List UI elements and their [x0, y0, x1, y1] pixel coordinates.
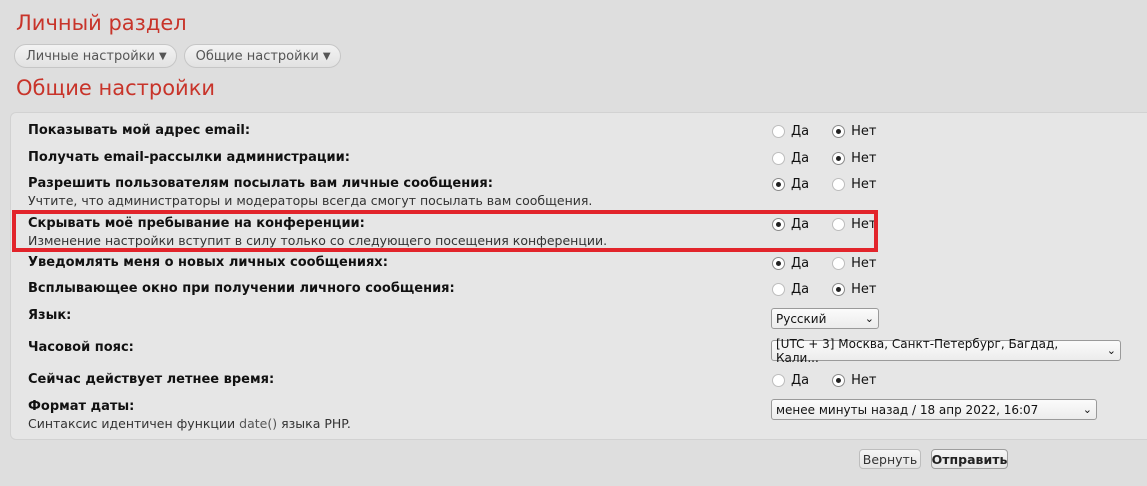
setting-allow-pm: Разрешить пользователям посылать вам лич…: [28, 176, 1128, 208]
hint-text: языка PHP.: [281, 416, 351, 431]
radio-yes[interactable]: [772, 152, 785, 165]
radio-no[interactable]: [832, 152, 846, 165]
language-select-value: Русский: [776, 311, 827, 326]
chevron-down-icon: ⌄: [1106, 344, 1116, 357]
radio-yes-label: Да: [791, 282, 810, 297]
radio-yes-label: Да: [791, 256, 810, 271]
setting-label: Сейчас действует летнее время:: [28, 372, 275, 387]
setting-dst: Сейчас действует летнее время:: [28, 372, 1128, 387]
setting-show-email-options: Да Нет: [772, 124, 876, 139]
section-title: Общие настройки: [16, 76, 216, 100]
submit-button[interactable]: Отправить: [931, 449, 1008, 469]
setting-label: Показывать мой адрес email:: [28, 123, 251, 138]
setting-admin-mail-options: Да Нет: [772, 151, 876, 166]
timezone-select-value: [UTC + 3] Москва, Санкт-Петербург, Багда…: [776, 336, 1059, 365]
setting-label: Получать email-рассылки администрации:: [28, 150, 350, 165]
radio-yes[interactable]: [772, 257, 785, 270]
setting-popup-pm: Всплывающее окно при получении личного с…: [28, 281, 1128, 296]
highlight-frame: [12, 210, 878, 252]
setting-admin-mail: Получать email-рассылки администрации:: [28, 150, 1128, 165]
timezone-select[interactable]: [UTC + 3] Москва, Санкт-Петербург, Багда…: [771, 337, 1121, 365]
setting-label: Уведомлять меня о новых личных сообщения…: [28, 255, 388, 270]
tab-bar: Личные настройки ▼ Общие настройки ▼: [14, 44, 341, 68]
setting-allow-pm-options: Да Нет: [772, 177, 876, 192]
radio-no[interactable]: [832, 178, 846, 191]
radio-yes[interactable]: [772, 125, 785, 138]
radio-yes[interactable]: [772, 374, 785, 387]
chevron-down-icon: ▼: [158, 50, 167, 62]
radio-no-label: Нет: [851, 124, 877, 139]
setting-label: Язык:: [28, 308, 72, 323]
chevron-down-icon: ⌄: [1082, 403, 1092, 416]
page: Личный раздел Личные настройки ▼ Общие н…: [0, 0, 1147, 486]
setting-language: Язык:: [28, 308, 1128, 323]
setting-show-email: Показывать мой адрес email:: [28, 123, 1128, 138]
radio-yes-label: Да: [791, 373, 810, 388]
setting-label: Разрешить пользователям посылать вам лич…: [28, 176, 493, 191]
setting-dst-options: Да Нет: [772, 373, 876, 388]
radio-no[interactable]: [832, 125, 846, 138]
reset-button[interactable]: Вернуть: [859, 449, 921, 469]
tab-personal-settings[interactable]: Личные настройки ▼: [14, 44, 177, 68]
radio-no[interactable]: [832, 257, 846, 270]
tab-general-settings[interactable]: Общие настройки ▼: [183, 44, 341, 68]
setting-popup-pm-options: Да Нет: [772, 282, 876, 297]
page-title: Личный раздел: [16, 11, 187, 35]
radio-no-label: Нет: [851, 256, 877, 271]
chevron-down-icon: ▼: [322, 50, 331, 62]
setting-notify-pm-options: Да Нет: [772, 256, 876, 271]
date-format-select-value: менее минуты назад / 18 апр 2022, 16:07: [776, 402, 1039, 417]
tab-label: Общие настройки: [195, 48, 319, 64]
setting-notify-pm: Уведомлять меня о новых личных сообщения…: [28, 255, 1128, 270]
setting-hint: Учтите, что администраторы и модераторы …: [28, 193, 593, 208]
chevron-down-icon: ⌄: [864, 312, 874, 325]
radio-no-label: Нет: [851, 282, 877, 297]
radio-no-label: Нет: [851, 151, 877, 166]
radio-yes-label: Да: [791, 124, 810, 139]
language-select[interactable]: Русский ⌄: [771, 308, 879, 329]
setting-label: Всплывающее окно при получении личного с…: [28, 281, 455, 296]
radio-no[interactable]: [832, 283, 846, 296]
hint-text: Синтаксис идентичен функции: [28, 416, 236, 431]
radio-no-label: Нет: [851, 177, 877, 192]
date-format-select[interactable]: менее минуты назад / 18 апр 2022, 16:07 …: [771, 399, 1097, 420]
radio-no-label: Нет: [851, 373, 877, 388]
radio-yes[interactable]: [772, 178, 785, 191]
tab-label: Личные настройки: [26, 48, 155, 64]
radio-yes-label: Да: [791, 177, 810, 192]
radio-yes-label: Да: [791, 151, 810, 166]
radio-no[interactable]: [832, 374, 846, 387]
hint-code: date(): [239, 416, 278, 431]
radio-yes[interactable]: [772, 283, 785, 296]
